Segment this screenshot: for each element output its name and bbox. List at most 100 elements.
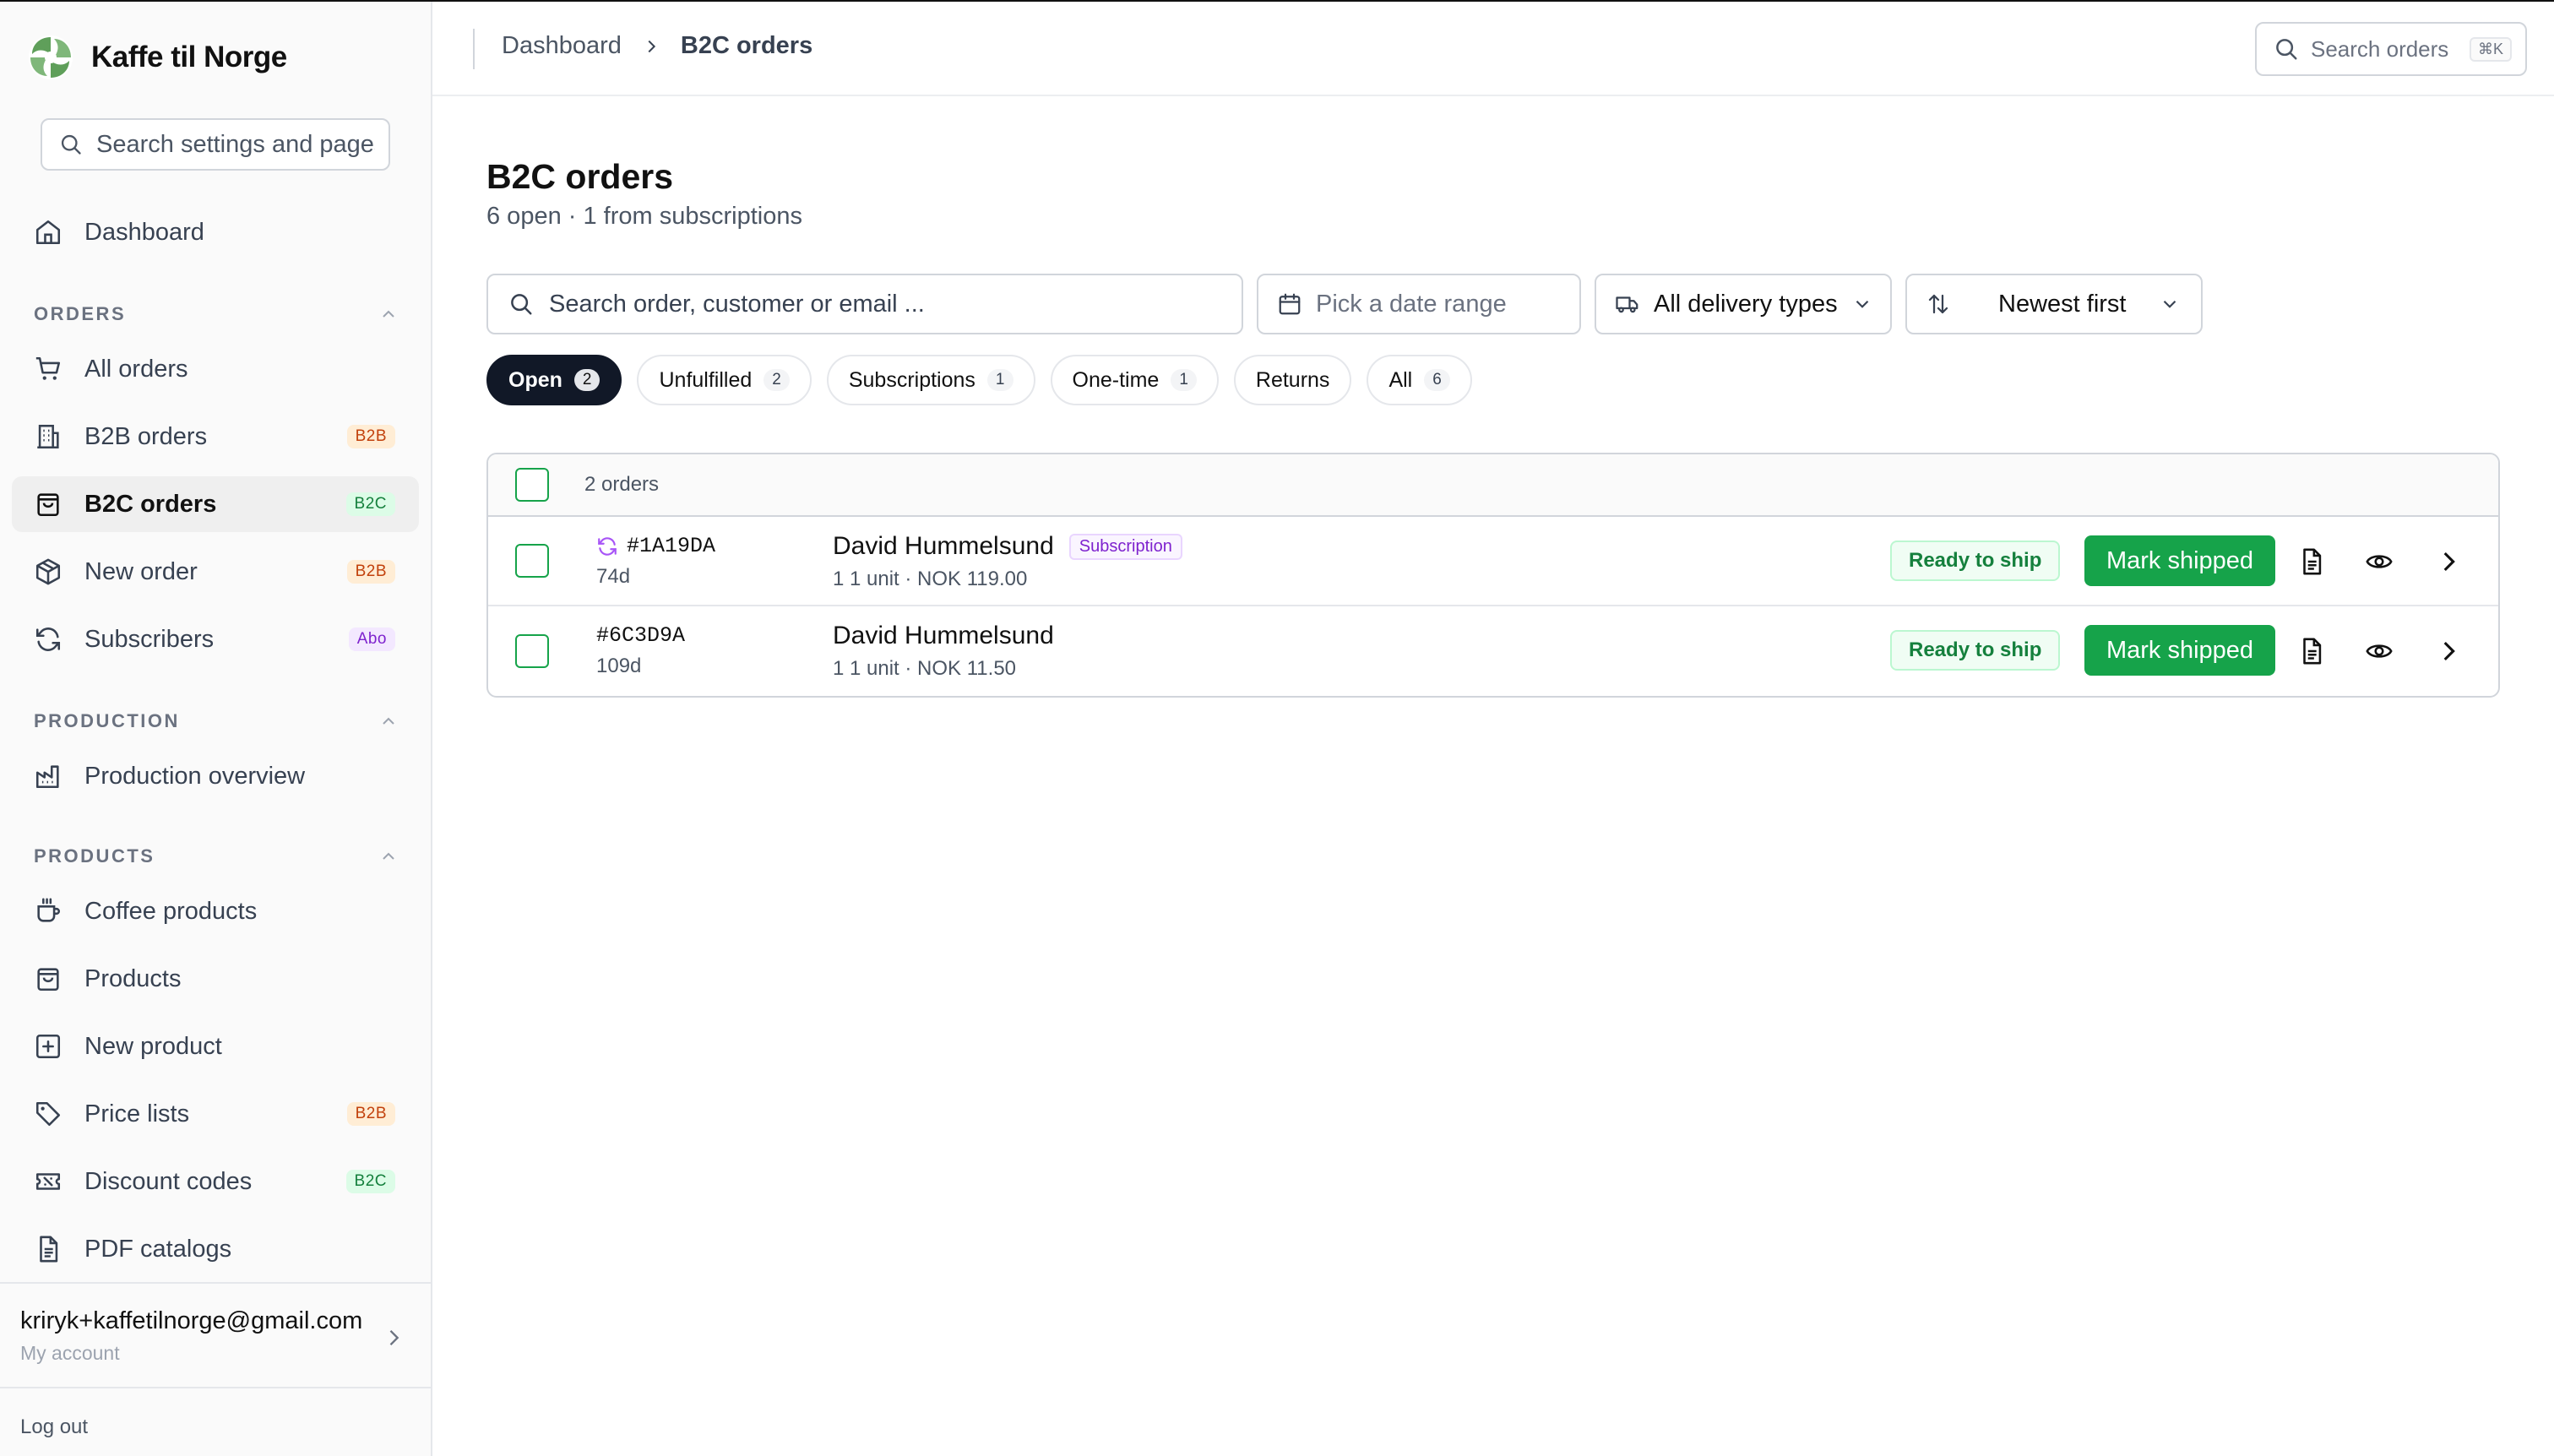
sidebar-item-label: Price lists — [84, 1100, 190, 1127]
tab-label: Open — [508, 367, 562, 392]
sidebar-item-new-order[interactable]: New order B2B — [12, 544, 419, 600]
orders-table: 2 orders #1A19DA 74d David Hummelsund Su… — [486, 453, 2500, 698]
document-icon[interactable] — [2297, 547, 2326, 576]
order-id-cell: #1A19DA 74d — [596, 534, 715, 589]
select-all-checkbox[interactable] — [515, 468, 549, 502]
order-search-input[interactable] — [549, 290, 1225, 318]
logout-link[interactable]: Log out — [20, 1415, 88, 1439]
table-row[interactable]: #1A19DA 74d David Hummelsund Subscriptio… — [488, 517, 2498, 606]
account-subtitle: My account — [20, 1342, 120, 1364]
tab-unfulfilled[interactable]: Unfulfilled 2 — [637, 355, 812, 405]
sidebar-item-all-orders[interactable]: All orders — [12, 341, 419, 397]
delivery-type-select[interactable]: All delivery types — [1595, 274, 1892, 334]
shopping-bag-icon — [37, 968, 59, 991]
tab-label: One-time — [1072, 367, 1160, 392]
section-header-production[interactable]: PRODUCTION — [34, 704, 399, 738]
tab-all[interactable]: All 6 — [1367, 355, 1472, 405]
sidebar-item-discount-codes[interactable]: Discount codes B2C — [12, 1154, 419, 1209]
sidebar-item-b2c-orders[interactable]: B2C orders B2C — [12, 476, 419, 532]
tab-returns[interactable]: Returns — [1233, 355, 1352, 405]
document-icon — [40, 1236, 58, 1263]
tab-count: 1 — [1171, 369, 1197, 391]
shopping-bag-icon — [37, 493, 59, 517]
tab-open[interactable]: Open 2 — [486, 355, 622, 405]
table-row[interactable]: #6C3D9A 109d David Hummelsund 1 1 unit ·… — [488, 606, 2498, 696]
refresh-icon — [35, 627, 61, 651]
sidebar-item-label: All orders — [84, 355, 188, 383]
brand-name: Kaffe til Norge — [91, 41, 287, 73]
order-search-field[interactable] — [486, 274, 1243, 334]
sidebar-search[interactable] — [41, 118, 390, 171]
sidebar-item-dashboard[interactable]: Dashboard — [12, 204, 419, 260]
factory-icon — [35, 765, 59, 789]
account-menu[interactable]: kriryk+kaffetilnorge@gmail.com My accoun… — [0, 1282, 431, 1388]
chevron-right-icon[interactable] — [2434, 637, 2463, 666]
account-email: kriryk+kaffetilnorge@gmail.com — [20, 1307, 363, 1334]
sort-select[interactable]: Newest first — [1905, 274, 2203, 334]
order-id[interactable]: #1A19DA — [627, 534, 715, 558]
sidebar-item-label: Production overview — [84, 762, 306, 790]
sidebar-item-label: New product — [84, 1032, 222, 1060]
breadcrumb-dashboard[interactable]: Dashboard — [502, 32, 622, 60]
section-header-products[interactable]: PRODUCTS — [34, 839, 399, 873]
sidebar-search-input[interactable] — [96, 130, 375, 159]
b2c-badge: B2C — [345, 1170, 395, 1193]
tab-one-time[interactable]: One-time 1 — [1050, 355, 1219, 405]
brand-logo-icon — [29, 35, 73, 79]
topbar: Dashboard B2C orders Search orders ⌘K — [432, 2, 2554, 96]
sort-value: Newest first — [1998, 290, 2127, 318]
recurring-icon — [598, 536, 617, 556]
coffee-cup-icon — [37, 898, 60, 922]
sidebar-item-coffee-products[interactable]: Coffee products — [12, 883, 419, 939]
status-tabs: Open 2 Unfulfilled 2 Subscriptions 1 One… — [486, 355, 1472, 405]
calendar-icon — [1279, 293, 1301, 315]
status-badge: Ready to ship — [1890, 541, 2061, 581]
status-badge: Ready to ship — [1890, 630, 2061, 671]
date-range-picker[interactable]: Pick a date range — [1257, 274, 1581, 334]
section-label: PRODUCTION — [34, 710, 180, 731]
sidebar-item-label: B2C orders — [84, 490, 217, 518]
divider — [473, 29, 475, 69]
sidebar-item-label: Coffee products — [84, 897, 258, 925]
order-id[interactable]: #6C3D9A — [596, 623, 685, 648]
chevron-down-icon — [1856, 300, 1868, 308]
order-id-cell: #6C3D9A 109d — [596, 623, 685, 678]
mark-shipped-button[interactable]: Mark shipped — [2084, 535, 2275, 586]
section-header-orders[interactable]: ORDERS — [34, 297, 399, 331]
search-icon — [511, 294, 532, 315]
page-title: B2C orders — [486, 157, 674, 196]
chevron-up-icon — [383, 717, 394, 725]
orders-count: 2 orders — [584, 473, 660, 496]
tab-count: 1 — [986, 369, 1013, 391]
tab-subscriptions[interactable]: Subscriptions 1 — [826, 355, 1035, 405]
table-header: 2 orders — [488, 454, 2498, 517]
row-checkbox[interactable] — [515, 634, 549, 668]
sidebar-item-new-product[interactable]: New product — [12, 1019, 419, 1074]
row-checkbox[interactable] — [515, 544, 549, 578]
sidebar-item-b2b-orders[interactable]: B2B orders B2B — [12, 409, 419, 465]
sidebar-item-production-overview[interactable]: Production overview — [12, 748, 419, 804]
cart-icon — [35, 356, 61, 380]
eye-icon[interactable] — [2365, 637, 2394, 666]
order-summary: 1 1 unit · NOK 119.00 — [833, 568, 1028, 590]
document-icon[interactable] — [2297, 637, 2326, 666]
subscription-badge: Subscription — [1068, 533, 1182, 560]
sidebar-item-subscribers[interactable]: Subscribers Abo — [12, 611, 419, 667]
chevron-right-icon — [648, 40, 655, 52]
tab-label: Returns — [1255, 367, 1330, 392]
section-label: PRODUCTS — [34, 845, 155, 867]
tab-label: All — [1388, 367, 1413, 392]
brand[interactable]: Kaffe til Norge — [27, 34, 287, 81]
sidebar-item-price-lists[interactable]: Price lists B2B — [12, 1086, 419, 1142]
tag-icon — [35, 1101, 61, 1127]
sidebar-item-pdf-catalogs[interactable]: PDF catalogs — [12, 1221, 419, 1277]
sidebar-item-products[interactable]: Products — [12, 951, 419, 1007]
chevron-right-icon[interactable] — [2434, 547, 2463, 576]
search-orders-button[interactable]: Search orders ⌘K — [2255, 22, 2527, 76]
chevron-up-icon — [383, 852, 394, 860]
eye-icon[interactable] — [2365, 547, 2394, 576]
customer-cell: David Hummelsund Subscription 1 1 unit ·… — [833, 532, 1182, 591]
order-age: 74d — [596, 565, 631, 588]
mark-shipped-button[interactable]: Mark shipped — [2084, 625, 2275, 676]
sidebar-item-label: Dashboard — [84, 218, 204, 246]
